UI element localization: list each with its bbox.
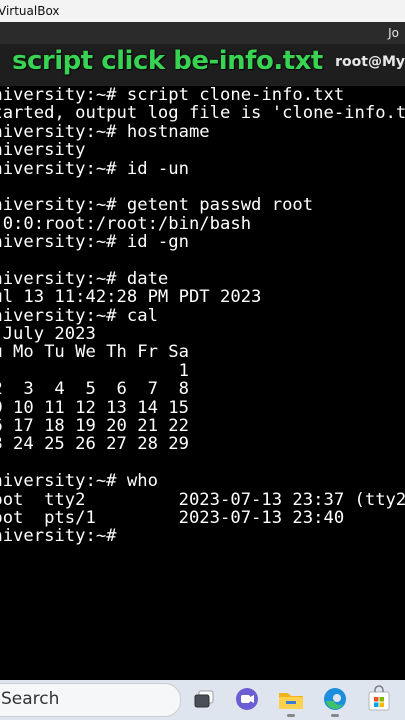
chat-icon[interactable] [232,684,262,714]
edge-browser-icon[interactable] [320,684,350,714]
terminal-line: university:~# cal [0,305,158,326]
active-app-indicator [287,714,295,717]
menu-right-text: Jo [388,26,399,40]
window-title: VirtualBox [0,4,60,18]
terminal-line: university:~# id -gn [0,232,189,253]
terminal-user-label: root@My [335,54,405,70]
terminal-line: July 2023 [2,324,96,345]
terminal-line: university:~# [0,526,117,547]
microsoft-store-icon[interactable] [364,684,394,714]
terminal-line: 1 [0,360,189,381]
active-app-indicator [331,714,339,717]
video-caption: script click be-info.txt [12,46,323,76]
terminal-line: root tty2 2023-07-13 23:37 (tty2) [0,489,405,510]
taskbar-search-box[interactable]: Search [0,683,181,717]
terminal-line: root pts/1 2023-07-13 23:40 [0,507,345,528]
terminal-window[interactable]: university:~# script clone-info.txt star… [0,86,405,680]
terminal-line: university:~# date [0,268,169,289]
terminal-line: 23 24 25 26 27 28 29 [0,434,189,455]
terminal-line: university [0,140,86,161]
terminal-line: Jul 13 11:42:28 PM PDT 2023 [0,287,262,308]
terminal-line: university:~# hostname [0,121,210,142]
search-label: Search [1,689,60,709]
terminal-line: 9 10 11 12 13 14 15 [0,397,189,418]
window-title-bar: VirtualBox [0,0,405,22]
terminal-line: 2 3 4 5 6 7 8 [0,379,189,400]
terminal-line: Su Mo Tu We Th Fr Sa [0,342,189,363]
terminal-line: 16 17 18 19 20 21 22 [0,416,189,437]
terminal-line: university:~# id -un [0,158,189,179]
terminal-line: started, output log file is 'clone-info.… [0,103,405,124]
terminal-line: x:0:0:root:/root:/bin/bash [0,213,252,234]
file-explorer-icon[interactable] [276,684,306,714]
terminal-line: university:~# who [0,471,158,492]
task-view-icon[interactable] [190,684,220,714]
terminal-line: university:~# script clone-info.txt [0,86,345,105]
terminal-line: university:~# getent passwd root [0,195,314,216]
vm-menu-bar: l Jo [0,22,405,44]
